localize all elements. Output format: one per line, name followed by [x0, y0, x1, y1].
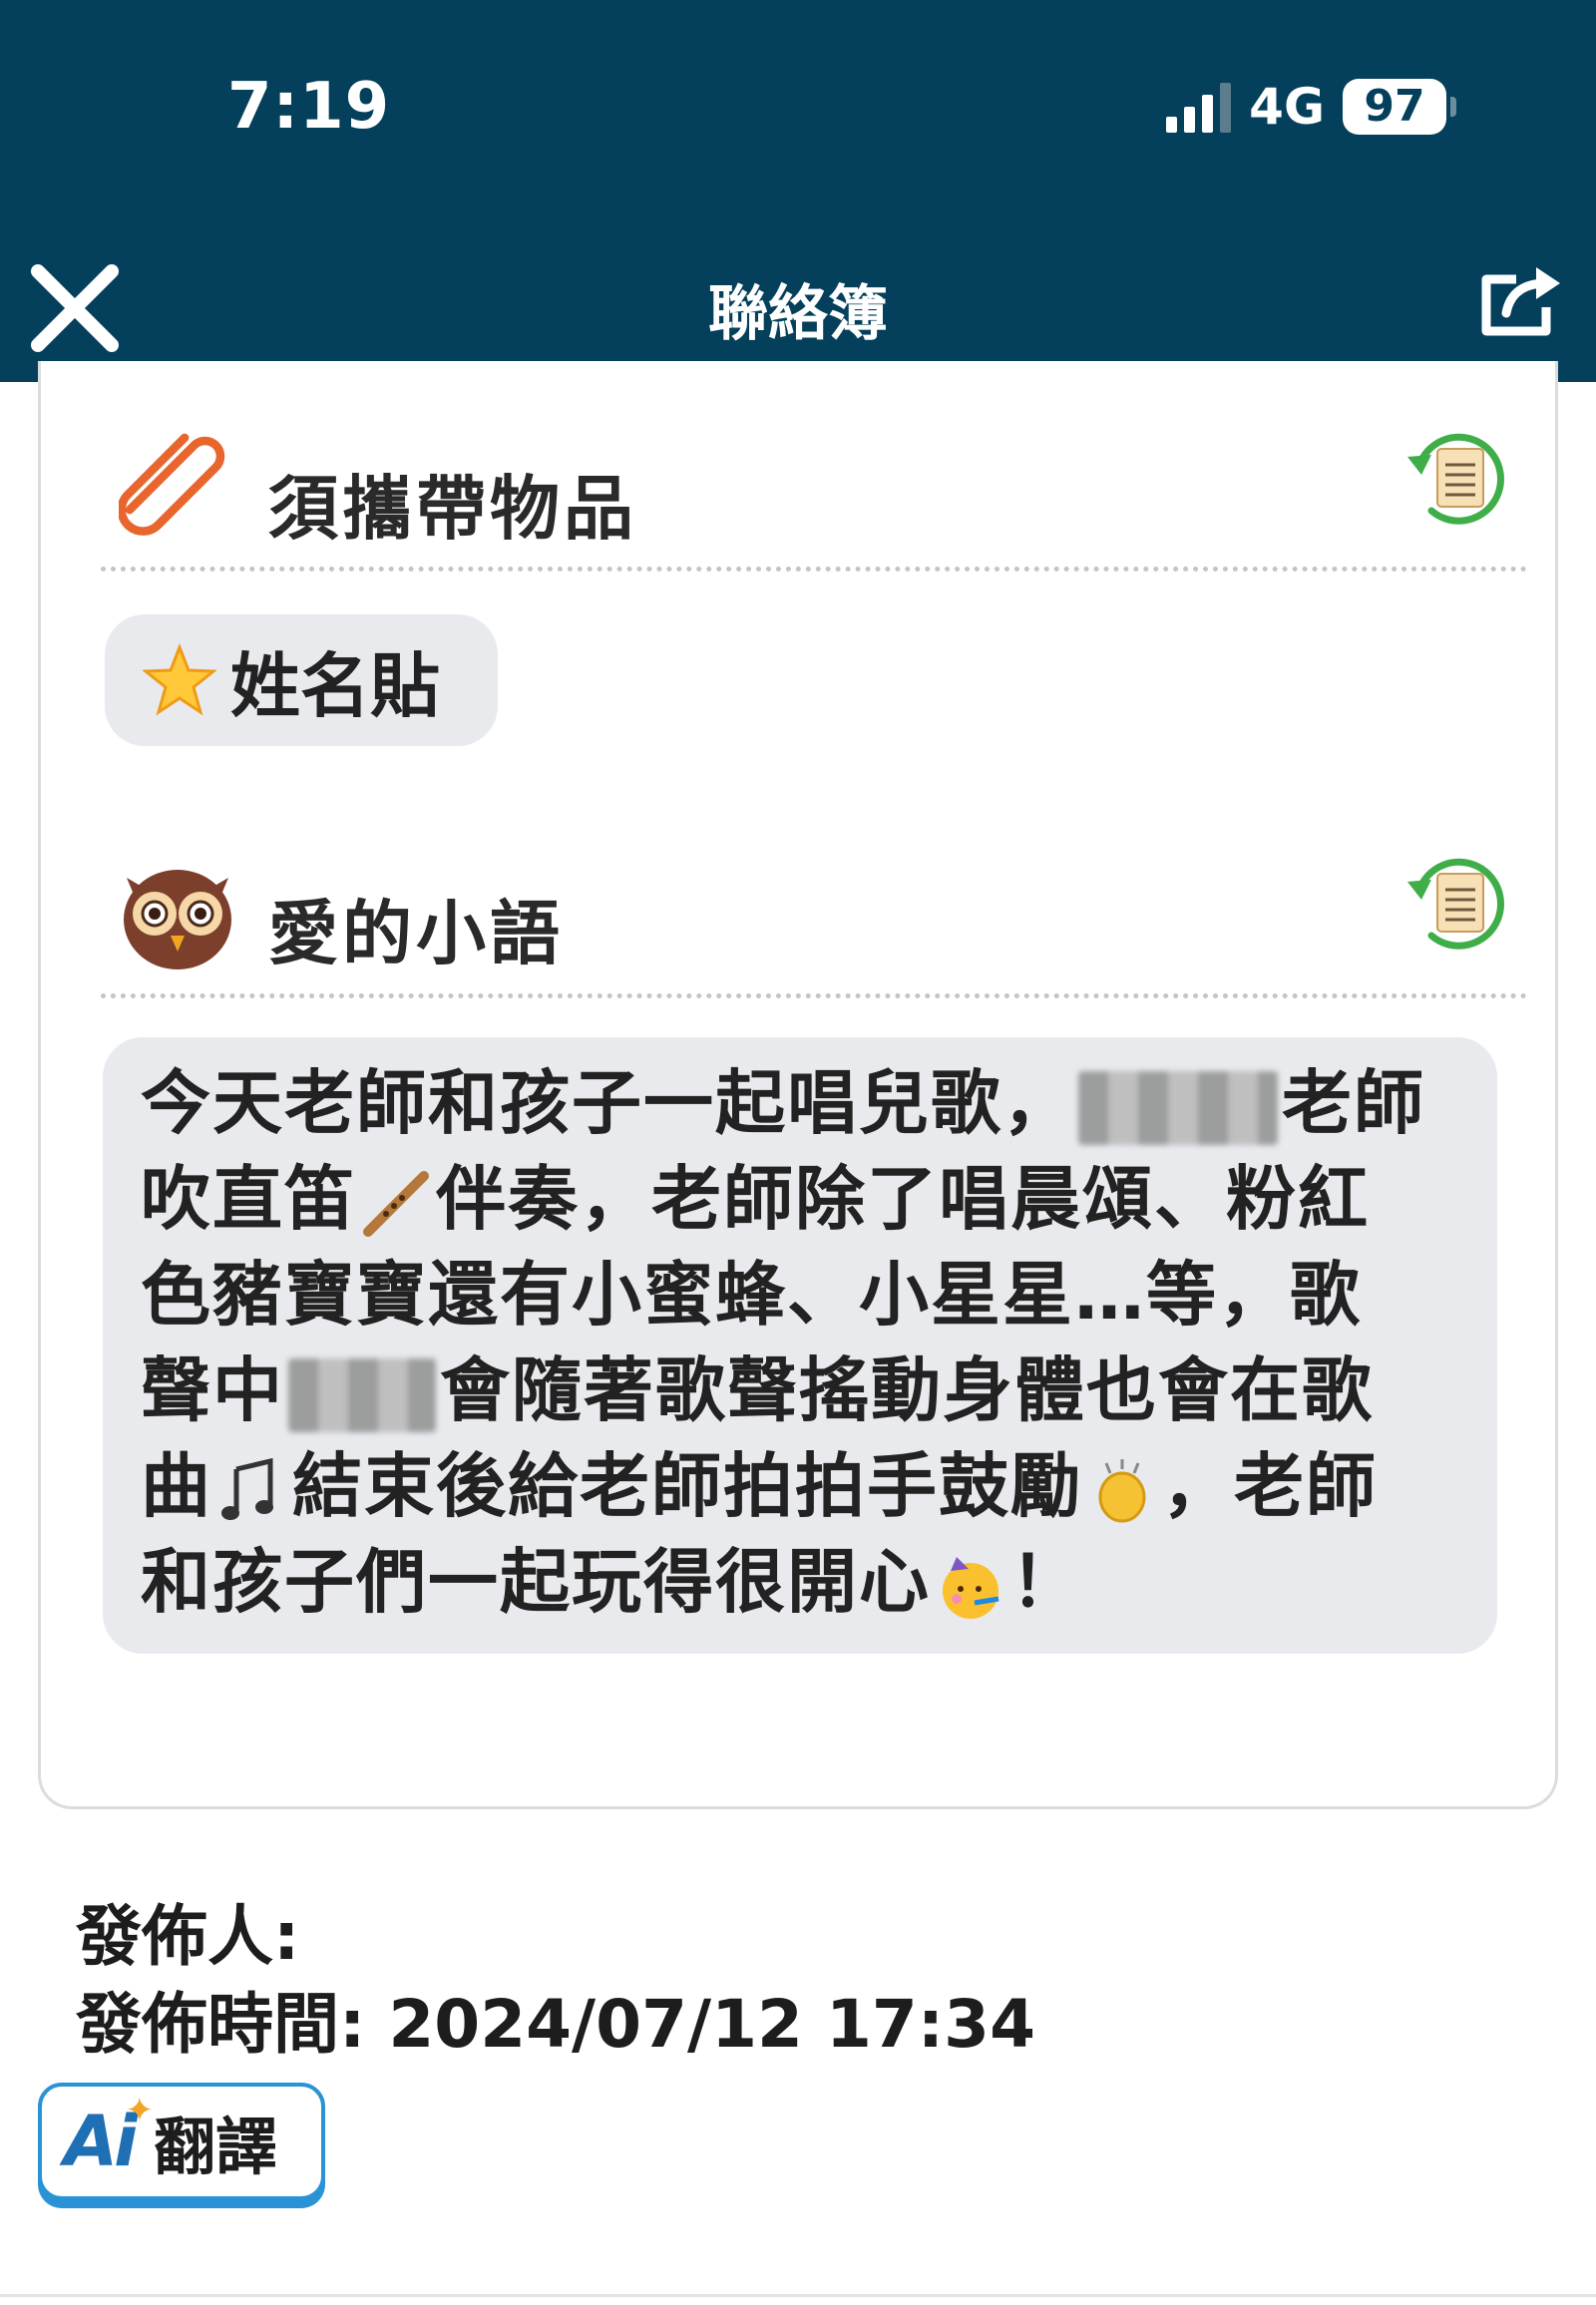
history-icon[interactable]: [1397, 844, 1517, 963]
message-box: 今天老師和孩子一起唱兒歌， 老師 吹直笛 伴奏，老師除了唱晨頌、粉紅 色豬寶寶還有小…: [103, 1037, 1497, 1654]
owl-icon: [119, 856, 236, 973]
message-line: 和孩子們一起玩得很開心！: [141, 1541, 1082, 1623]
message-text: 今天老師和孩子一起唱兒歌， 老師 吹直笛 伴奏，老師除了唱晨頌、粉紅 色豬寶寶還有小…: [141, 1055, 1477, 1630]
redacted-name: [1078, 1070, 1278, 1145]
star-icon: [143, 643, 216, 716]
message-line: 吹直笛 伴奏，老師除了唱晨頌、粉紅: [141, 1158, 1370, 1240]
ai-icon: Ai ✦: [64, 2091, 154, 2182]
publish-time: 發佈時間: 2024/07/12 17:34: [76, 1986, 1036, 2063]
message-section-header: 愛的小語: [81, 856, 1517, 975]
paperclip-icon: [117, 431, 236, 549]
contact-book-card: 須攜帶物品 姓名貼 愛的小語 今天老師和孩子一起唱兒歌， 老師 吹直笛 伴奏，老…: [38, 361, 1558, 1809]
clapping-hands-icon: [1098, 1458, 1146, 1523]
battery-level: 97: [1364, 81, 1425, 132]
message-section-title: 愛的小語: [268, 893, 564, 974]
message-line: 今天老師和孩子一起唱兒歌， 老師: [141, 1062, 1425, 1145]
items-section-title: 須攜帶物品: [268, 468, 637, 550]
message-line: 色豬寶寶還有小蜜蜂、小星星…等，歌: [141, 1254, 1362, 1336]
ai-translate-button[interactable]: Ai ✦ 翻譯: [38, 2083, 325, 2200]
signal-icon: [1166, 81, 1232, 133]
divider: [101, 567, 1527, 572]
share-icon[interactable]: [1476, 257, 1566, 339]
battery-icon: 97: [1343, 79, 1456, 135]
publisher-label: 發佈人:: [76, 1898, 300, 1975]
app-header: 7:19 4G 97 聯絡簿: [0, 0, 1596, 382]
translate-label: 翻譯: [154, 2111, 278, 2183]
item-chip: 姓名貼: [105, 614, 498, 746]
redacted-name: [288, 1357, 436, 1432]
item-chip-label: 姓名貼: [230, 644, 440, 727]
divider: [101, 993, 1527, 998]
divider: [0, 2294, 1596, 2297]
network-type: 4G: [1249, 78, 1325, 136]
flute-icon: [363, 1170, 429, 1237]
page-title: 聯絡簿: [708, 279, 888, 349]
history-icon[interactable]: [1397, 419, 1517, 539]
status-time: 7:19: [227, 70, 391, 144]
message-line: 聲中 會隨著歌聲搖動身體也會在歌: [141, 1349, 1374, 1432]
message-line: 曲結束後給老師拍拍手鼓勵 ，老師: [141, 1445, 1378, 1527]
status-indicators: 4G 97: [1166, 78, 1456, 136]
music-notes-icon: [221, 1457, 273, 1520]
items-section-header: 須攜帶物品: [81, 431, 1517, 551]
party-face-icon: [943, 1556, 999, 1619]
